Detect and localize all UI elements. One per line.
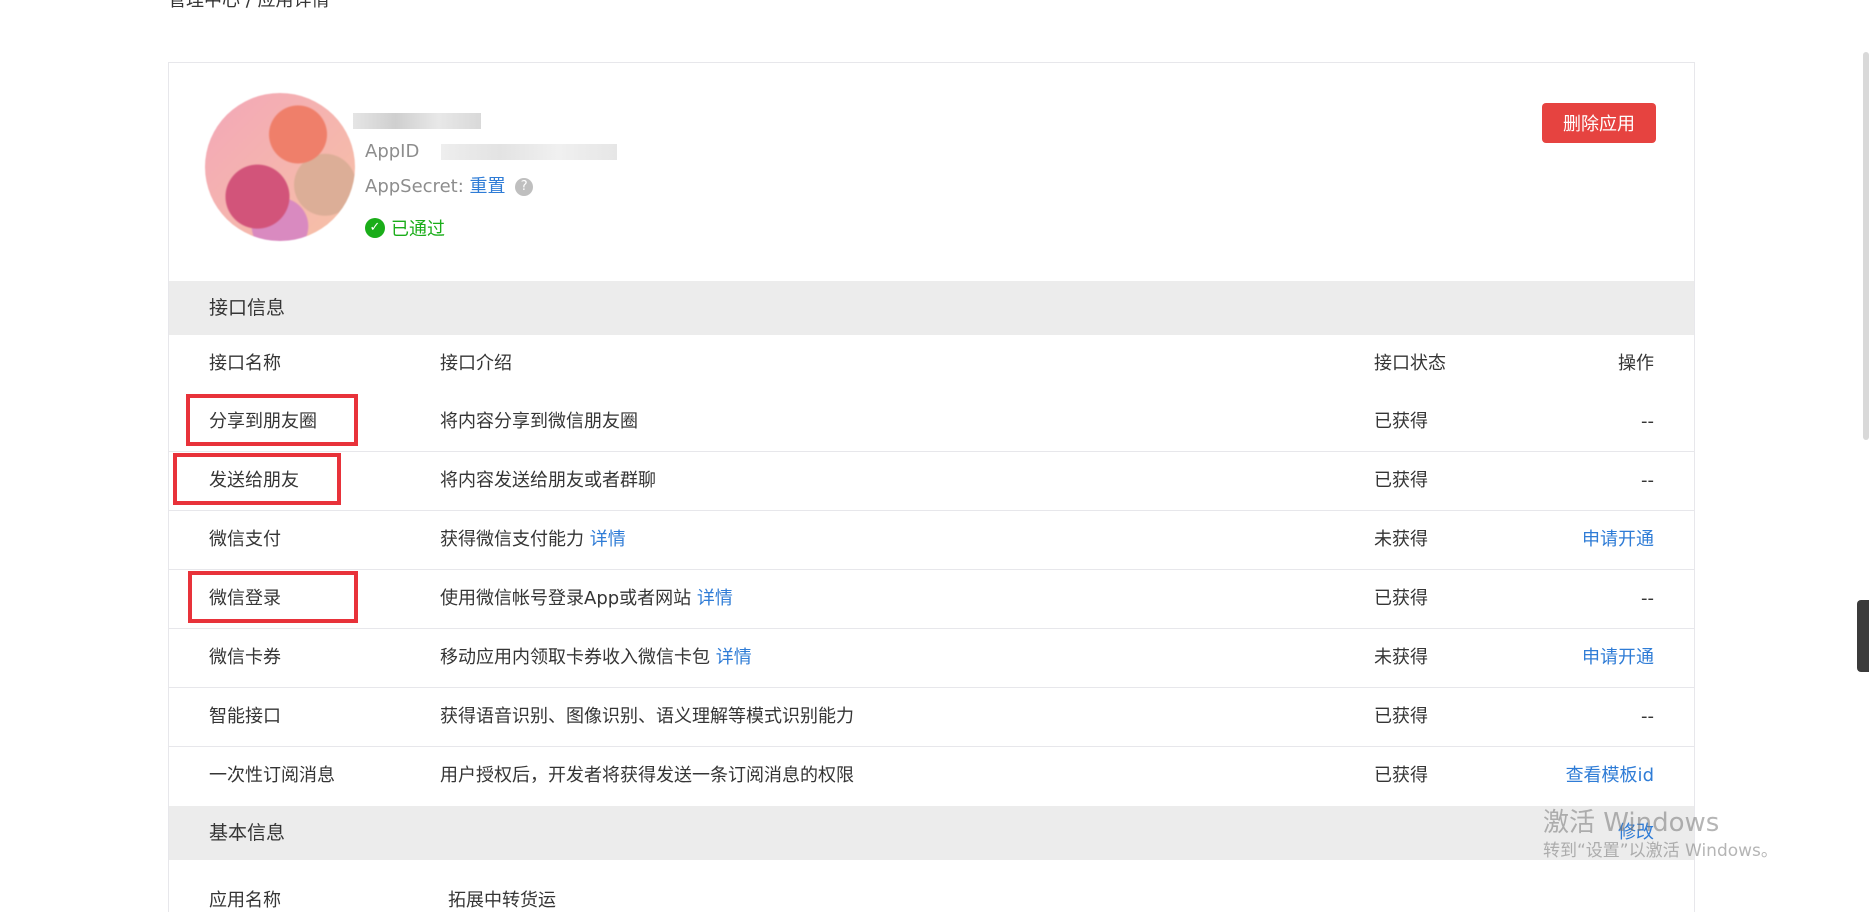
- interface-intro: 移动应用内领取卡券收入微信卡包 详情: [440, 629, 752, 687]
- interface-intro: 将内容分享到微信朋友圈: [440, 393, 638, 451]
- scrollbar[interactable]: [1863, 52, 1869, 440]
- interface-state: 已获得: [1374, 588, 1428, 609]
- interface-name: 微信支付: [209, 529, 281, 550]
- app-icon: [205, 93, 355, 241]
- interface-intro: 将内容发送给朋友或者群聊: [440, 452, 656, 510]
- reset-secret-link[interactable]: 重置: [470, 176, 506, 197]
- appid-value-redacted: [441, 144, 618, 160]
- basic-info-row: 应用名称 拓展中转货运: [169, 860, 1694, 912]
- question-icon[interactable]: ?: [515, 178, 534, 196]
- interface-table: 接口名称 接口介绍 接口状态 操作 分享到朋友圈 将内容分享到微信朋友圈 已获得 --…: [169, 335, 1694, 806]
- interface-rows: 分享到朋友圈 将内容分享到微信朋友圈 已获得 -- 发送给朋友 将内容发送给朋友或者群聊已…: [169, 393, 1694, 806]
- table-row: 一次性订阅消息 用户授权后，开发者将获得发送一条订阅消息的权限 已获得 查看模板id: [169, 747, 1694, 806]
- interface-state: 未获得: [1374, 529, 1428, 550]
- interface-section-label: 接口信息: [209, 297, 286, 319]
- interface-action-link[interactable]: 申请开通: [1582, 511, 1654, 569]
- table-row: 微信卡券 移动应用内领取卡券收入微信卡包 详情 未获得 申请开通: [169, 629, 1694, 688]
- interface-detail-link[interactable]: 详情: [716, 647, 752, 668]
- interface-intro: 使用微信帐号登录App或者网站 详情: [440, 570, 733, 628]
- breadcrumb: 管理中心 / 应用详情: [168, 0, 330, 11]
- interface-name: 智能接口: [209, 706, 281, 727]
- check-circle-icon: ✓: [365, 218, 385, 238]
- table-row: 微信登录 使用微信帐号登录App或者网站 详情 已获得 --: [169, 570, 1694, 629]
- interface-name: 微信卡券: [209, 647, 281, 668]
- interface-intro-text: 使用微信帐号登录App或者网站: [440, 588, 692, 609]
- interface-name: 分享到朋友圈: [209, 411, 317, 432]
- interface-detail-link[interactable]: 详情: [697, 588, 733, 609]
- interface-action-none: --: [1641, 411, 1654, 432]
- appsecret-label: AppSecret:: [365, 176, 464, 197]
- table-row: 微信支付 获得微信支付能力 详情 未获得 申请开通: [169, 511, 1694, 570]
- interface-intro: 用户授权后，开发者将获得发送一条订阅消息的权限: [440, 747, 854, 805]
- app-header: AppID AppSecret: 重置 ? ✓ 已通过 删除应用: [169, 63, 1694, 281]
- interface-action-none: --: [1641, 470, 1654, 491]
- interface-state: 已获得: [1374, 706, 1428, 727]
- interface-intro-text: 移动应用内领取卡券收入微信卡包: [440, 647, 710, 668]
- table-header: 接口名称 接口介绍 接口状态 操作: [169, 335, 1694, 393]
- app-name-value: 拓展中转货运: [448, 890, 556, 911]
- interface-section-title: 接口信息: [169, 281, 1694, 335]
- app-name-redacted: [353, 113, 481, 129]
- interface-state: 已获得: [1374, 411, 1428, 432]
- column-header-intro: 接口介绍: [440, 353, 512, 374]
- interface-name: 发送给朋友: [209, 470, 299, 491]
- interface-detail-link[interactable]: 详情: [590, 529, 626, 550]
- interface-intro-text: 用户授权后，开发者将获得发送一条订阅消息的权限: [440, 765, 854, 786]
- appid-label: AppID: [365, 141, 420, 162]
- review-status-text: 已通过: [391, 219, 445, 240]
- table-row: 智能接口 获得语音识别、图像识别、语义理解等模式识别能力 已获得 --: [169, 688, 1694, 747]
- interface-action-link[interactable]: 申请开通: [1582, 629, 1654, 687]
- interface-state: 已获得: [1374, 470, 1428, 491]
- interface-intro: 获得微信支付能力 详情: [440, 511, 626, 569]
- interface-intro-text: 获得语音识别、图像识别、语义理解等模式识别能力: [440, 706, 854, 727]
- edit-basic-info-link[interactable]: 修改: [1618, 806, 1654, 860]
- basic-section-label: 基本信息: [209, 822, 286, 844]
- appid-line: AppID: [365, 141, 618, 162]
- interface-action-link[interactable]: 查看模板id: [1566, 747, 1654, 805]
- interface-state: 未获得: [1374, 647, 1428, 668]
- interface-intro: 获得语音识别、图像识别、语义理解等模式识别能力: [440, 688, 854, 746]
- interface-action-none: --: [1641, 588, 1654, 609]
- table-row: 分享到朋友圈 将内容分享到微信朋友圈 已获得 --: [169, 393, 1694, 452]
- app-name-label: 应用名称: [209, 890, 281, 911]
- interface-action-none: --: [1641, 706, 1654, 727]
- appsecret-line: AppSecret: 重置 ?: [365, 172, 534, 198]
- interface-state: 已获得: [1374, 765, 1428, 786]
- side-widget[interactable]: [1857, 600, 1869, 672]
- review-status: ✓ 已通过: [365, 215, 445, 241]
- column-header-name: 接口名称: [209, 353, 281, 374]
- interface-intro-text: 将内容分享到微信朋友圈: [440, 411, 638, 432]
- interface-intro-text: 获得微信支付能力: [440, 529, 584, 550]
- basic-section-title: 基本信息 修改: [169, 806, 1694, 860]
- app-detail-card: AppID AppSecret: 重置 ? ✓ 已通过 删除应用 接口信息 接口…: [168, 62, 1695, 912]
- column-header-action: 操作: [1618, 353, 1654, 374]
- interface-name: 微信登录: [209, 588, 281, 609]
- interface-intro-text: 将内容发送给朋友或者群聊: [440, 470, 656, 491]
- interface-name: 一次性订阅消息: [209, 765, 335, 786]
- delete-app-button[interactable]: 删除应用: [1542, 103, 1656, 143]
- table-row: 发送给朋友 将内容发送给朋友或者群聊 已获得 --: [169, 452, 1694, 511]
- column-header-state: 接口状态: [1374, 353, 1446, 374]
